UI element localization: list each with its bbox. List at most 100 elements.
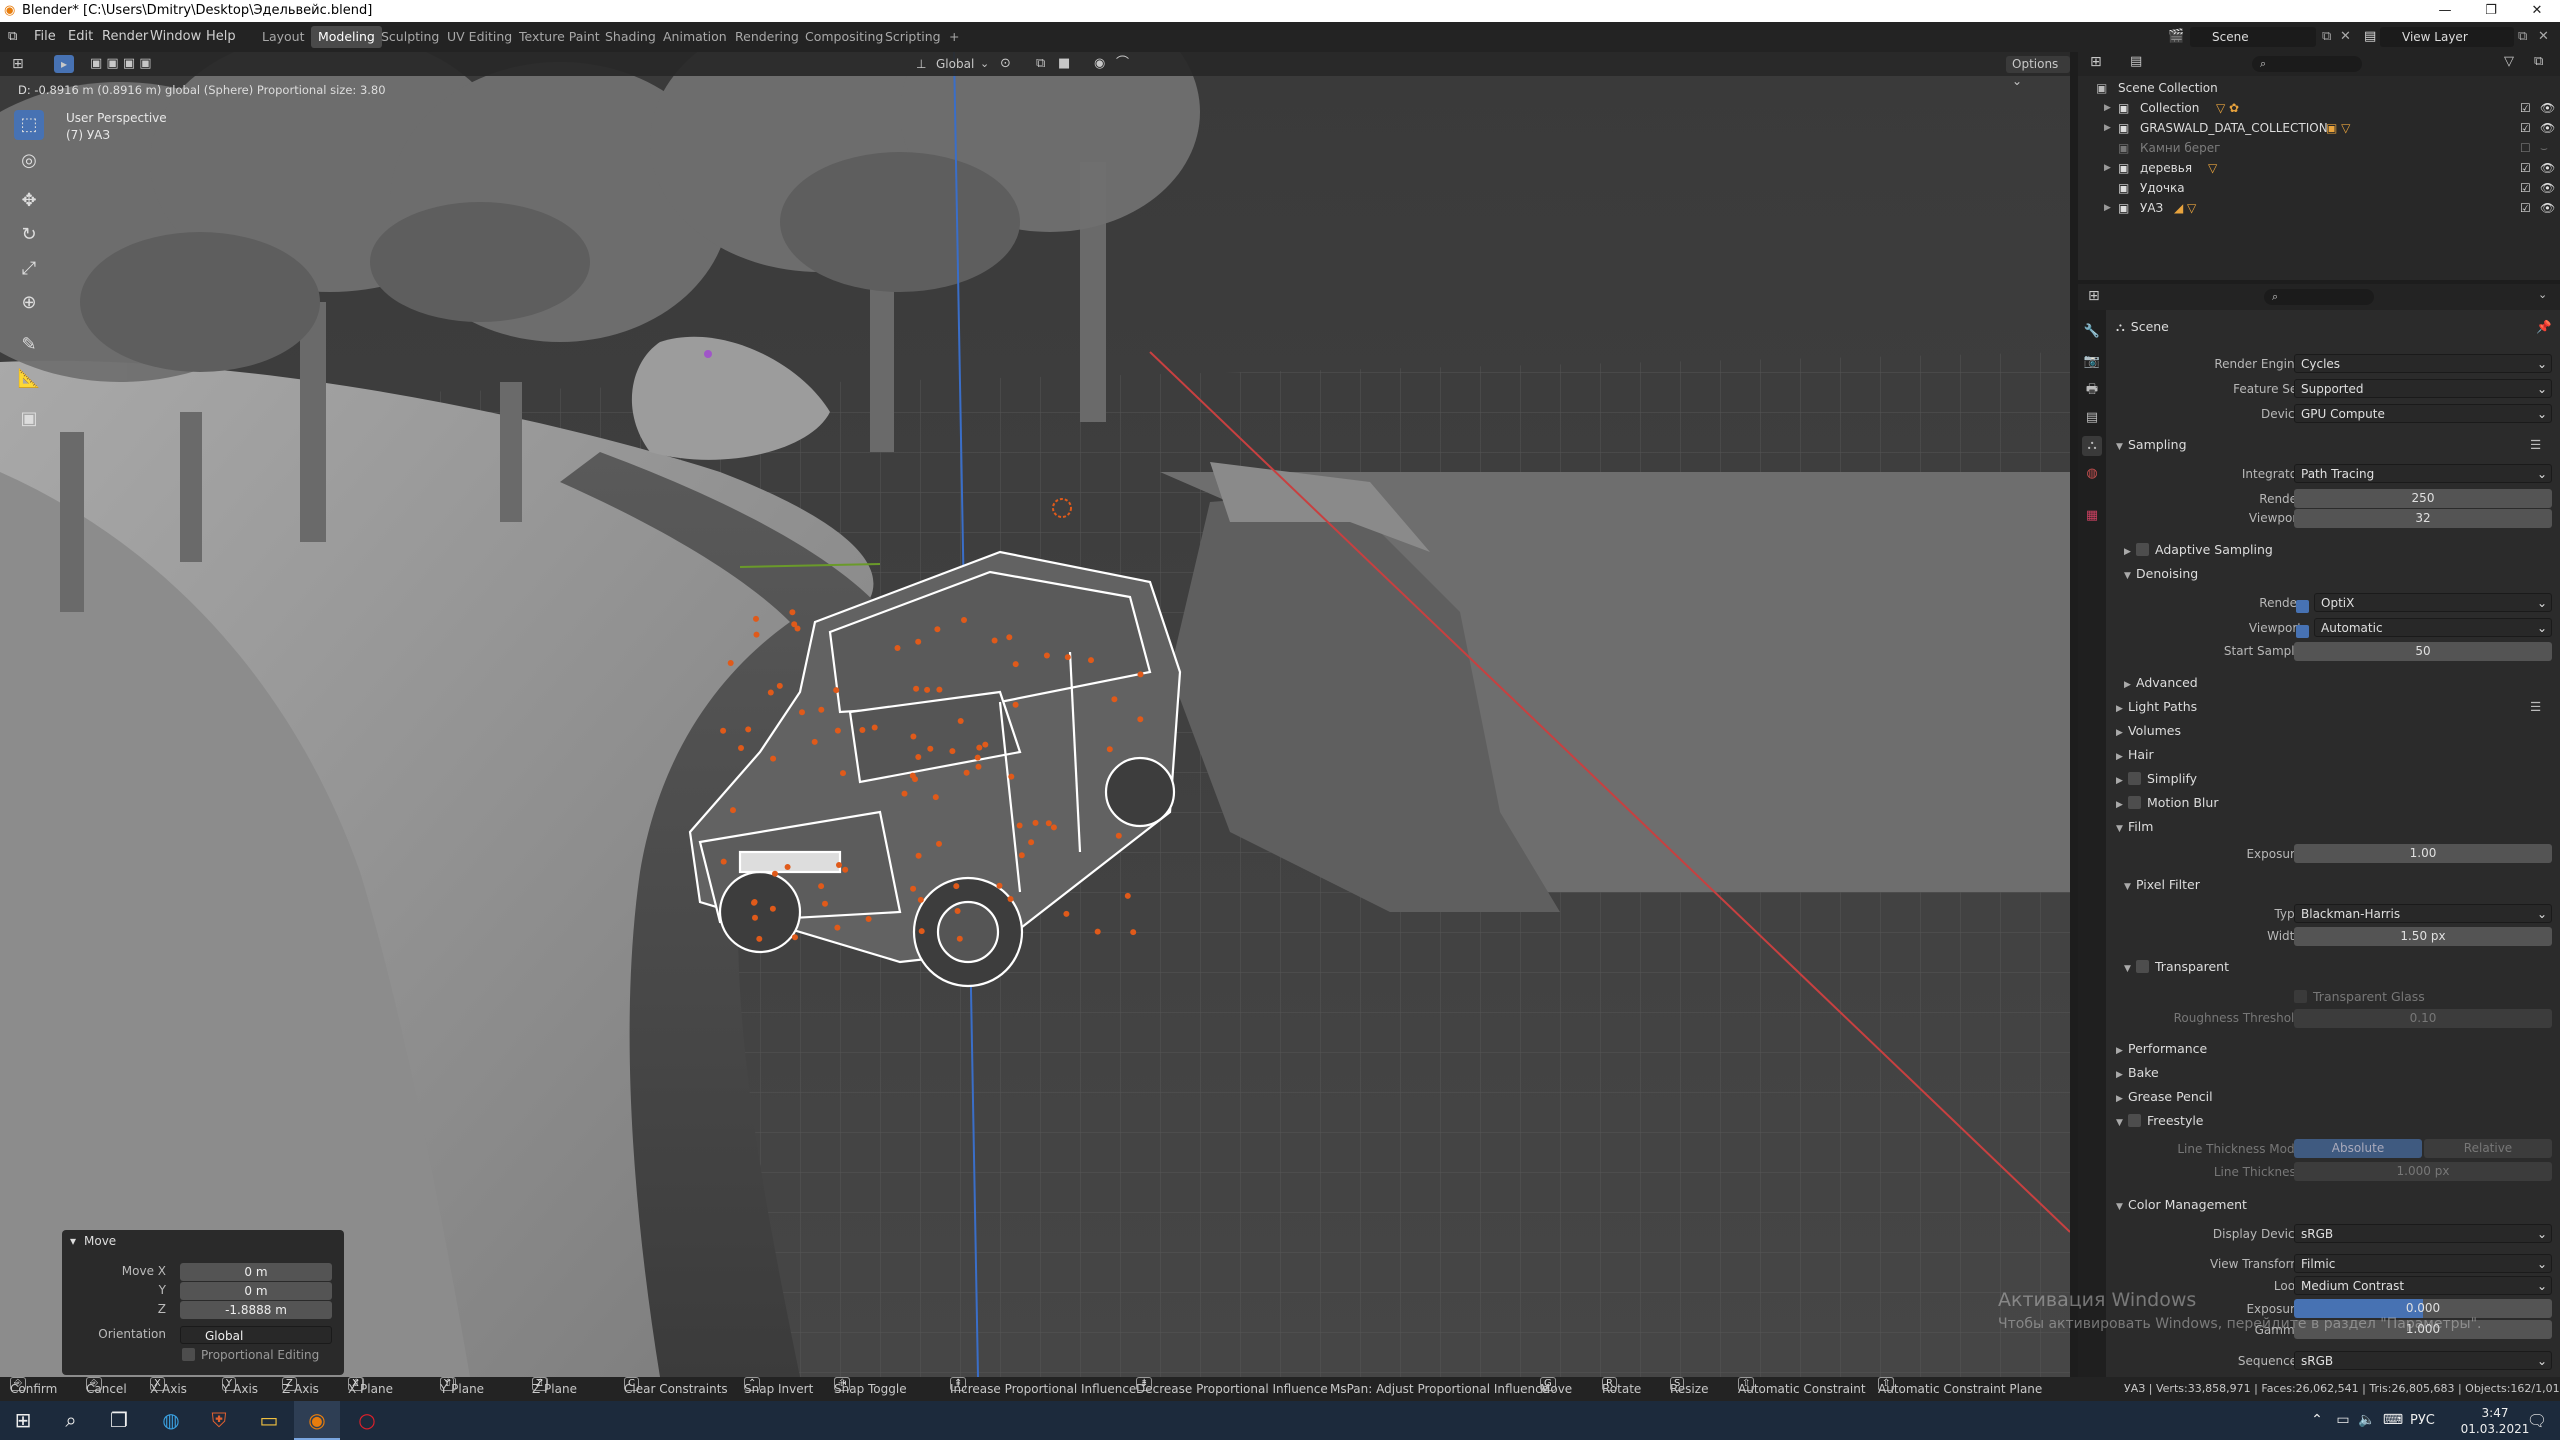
expand-icon[interactable]: ▶: [2104, 158, 2111, 178]
outliner-root[interactable]: ▣ Scene Collection: [2078, 78, 2560, 98]
snap-target-icon[interactable]: ■: [1058, 52, 1070, 76]
render-samples-field[interactable]: 250: [2294, 489, 2552, 508]
menu-window[interactable]: Window: [150, 22, 201, 52]
view-layer-selector[interactable]: View Layer: [2380, 27, 2514, 47]
editor-type-icon[interactable]: ⊞: [12, 52, 24, 76]
transparent-panel[interactable]: ▼ Transparent: [2124, 956, 2229, 978]
cursor-tool-icon[interactable]: ◎: [14, 146, 44, 176]
motion-blur-panel[interactable]: ▶ Motion Blur: [2116, 792, 2218, 814]
integrator-dropdown[interactable]: Path Tracing ⌄: [2294, 464, 2552, 483]
menu-render[interactable]: Render: [102, 22, 148, 52]
pivot-point-icon[interactable]: ⊙: [1000, 52, 1011, 76]
filter-type-dropdown[interactable]: Blackman-Harris ⌄: [2294, 904, 2552, 923]
output-tab-icon[interactable]: 🖶: [2082, 380, 2102, 400]
select-box-icons[interactable]: ▣ ▣ ▣ ▣: [90, 52, 152, 76]
tab-layout[interactable]: Layout: [255, 26, 312, 48]
move-y-field[interactable]: 0 m: [180, 1282, 332, 1300]
brave-browser-icon[interactable]: ⛨: [196, 1401, 242, 1440]
properties-search-input[interactable]: ⌕: [2264, 289, 2374, 305]
exclude-checkbox[interactable]: ☐: [2520, 138, 2531, 158]
menu-file[interactable]: File: [34, 22, 56, 52]
feature-set-dropdown[interactable]: Supported ⌄: [2294, 379, 2552, 398]
move-x-field[interactable]: 0 m: [180, 1263, 332, 1281]
falloff-icon[interactable]: ⌒: [1116, 52, 1129, 76]
task-view-icon[interactable]: ❐: [96, 1401, 142, 1440]
device-dropdown[interactable]: GPU Compute ⌄: [2294, 404, 2552, 423]
search-icon[interactable]: ⌕: [48, 1401, 94, 1440]
denoise-viewport-checkbox[interactable]: [2296, 621, 2315, 640]
start-sample-field[interactable]: 50: [2294, 642, 2552, 661]
view-transform-dropdown[interactable]: Filmic ⌄: [2294, 1254, 2552, 1273]
tab-rendering[interactable]: Rendering: [728, 26, 806, 48]
tool-tab-icon[interactable]: 🔧: [2082, 322, 2102, 342]
freestyle-panel[interactable]: ▼ Freestyle: [2116, 1110, 2204, 1132]
view-layer-tab-icon[interactable]: ▤: [2082, 408, 2102, 428]
visibility-eye-icon[interactable]: 👁: [2540, 98, 2555, 118]
display-mode-icon[interactable]: ▤: [2130, 54, 2142, 69]
proportional-checkbox[interactable]: Proportional Editing: [182, 1348, 319, 1362]
transform-orientation-dropdown[interactable]: Global: [936, 52, 974, 76]
viewport-samples-field[interactable]: 32: [2294, 509, 2552, 528]
hidden-eye-icon[interactable]: ⌣: [2540, 138, 2548, 158]
line-mode-absolute-button[interactable]: Absolute: [2294, 1139, 2422, 1158]
transform-tool-icon[interactable]: ⊕: [14, 288, 44, 318]
simplify-panel[interactable]: ▶ Simplify: [2116, 768, 2197, 790]
outliner-row-collection[interactable]: ▶ ▣ Collection ▽ ✿ ☑ 👁: [2078, 98, 2560, 118]
film-exposure-field[interactable]: 1.00: [2294, 844, 2552, 863]
scene-selector[interactable]: Scene: [2190, 27, 2316, 47]
denoise-render-dropdown[interactable]: OptiX ⌄: [2314, 593, 2552, 612]
scale-tool-icon[interactable]: ⤢: [14, 254, 44, 284]
edge-browser-icon[interactable]: ◍: [148, 1401, 194, 1440]
editor-type-icon[interactable]: ⧉: [8, 22, 17, 52]
tab-texture-paint[interactable]: Texture Paint: [512, 26, 607, 48]
file-explorer-icon[interactable]: ▭: [246, 1401, 292, 1440]
exclude-checkbox[interactable]: ☑: [2520, 178, 2531, 198]
windows-start-icon[interactable]: ⊞: [0, 1401, 46, 1440]
new-collection-icon[interactable]: ⧉: [2534, 54, 2543, 69]
transparent-glass-checkbox[interactable]: Transparent Glass: [2294, 986, 2425, 1008]
visibility-eye-icon[interactable]: 👁: [2540, 118, 2555, 138]
visibility-eye-icon[interactable]: 👁: [2540, 178, 2555, 198]
volumes-panel[interactable]: ▶ Volumes: [2116, 720, 2181, 742]
scene-tab-icon[interactable]: ⛬: [2082, 436, 2102, 456]
outliner-row-uaz[interactable]: ▶ ▣ УАЗ ◢ ▽ ☑ 👁: [2078, 198, 2560, 218]
language-indicator[interactable]: РУС: [2410, 1401, 2435, 1440]
filter-width-field[interactable]: 1.50 px: [2294, 927, 2552, 946]
outliner-editor-icon[interactable]: ⊞: [2090, 54, 2102, 70]
outliner-search-input[interactable]: ⌕: [2252, 56, 2362, 72]
move-z-field[interactable]: -1.8888 m: [180, 1301, 332, 1319]
tab-scripting[interactable]: Scripting: [878, 26, 948, 48]
snap-icon[interactable]: ⧉: [1036, 52, 1045, 76]
minimize-button[interactable]: —: [2422, 0, 2468, 22]
new-view-layer-icon[interactable]: ⧉: [2518, 22, 2527, 52]
world-tab-icon[interactable]: ◍: [2082, 464, 2102, 484]
outliner-row-rocks[interactable]: ▣ Камни берег ☐ ⌣: [2078, 138, 2560, 158]
bake-panel[interactable]: ▶ Bake: [2116, 1062, 2159, 1084]
select-tool-icon[interactable]: ⬚: [14, 110, 44, 140]
sequencer-dropdown[interactable]: sRGB ⌄: [2294, 1351, 2552, 1370]
add-workspace-button[interactable]: +: [942, 26, 966, 48]
roughness-threshold-field[interactable]: 0.10: [2294, 1009, 2552, 1028]
tab-shading[interactable]: Shading: [598, 26, 663, 48]
presets-list-icon[interactable]: ☰: [2530, 696, 2541, 718]
tab-compositing[interactable]: Compositing: [798, 26, 890, 48]
expand-icon[interactable]: ▶: [2104, 118, 2111, 138]
notifications-icon[interactable]: 🗨: [2514, 1401, 2560, 1440]
sampling-panel[interactable]: ▼ Sampling: [2116, 434, 2187, 456]
tab-sculpting[interactable]: Sculpting: [374, 26, 446, 48]
visibility-eye-icon[interactable]: 👁: [2540, 158, 2555, 178]
visibility-eye-icon[interactable]: 👁: [2540, 198, 2555, 218]
chevron-down-icon[interactable]: ⌄: [980, 52, 989, 76]
exclude-checkbox[interactable]: ☑: [2520, 198, 2531, 218]
denoise-viewport-dropdown[interactable]: Automatic ⌄: [2314, 618, 2552, 637]
exclude-checkbox[interactable]: ☑: [2520, 158, 2531, 178]
panel-collapse-icon[interactable]: ▾: [70, 1234, 76, 1248]
proportional-editing-icon[interactable]: ◉: [1094, 52, 1105, 76]
light-paths-panel[interactable]: ▶ Light Paths: [2116, 696, 2197, 718]
tab-uv-editing[interactable]: UV Editing: [440, 26, 519, 48]
line-thickness-field[interactable]: 1.000 px: [2294, 1162, 2552, 1181]
filter-icon[interactable]: ▽: [2504, 54, 2514, 69]
move-operator-panel[interactable]: ▾ Move Move X 0 m Y 0 m Z -1.8888 m Orie…: [62, 1230, 344, 1375]
display-device-dropdown[interactable]: sRGB ⌄: [2294, 1224, 2552, 1243]
exclude-checkbox[interactable]: ☑: [2520, 118, 2531, 138]
